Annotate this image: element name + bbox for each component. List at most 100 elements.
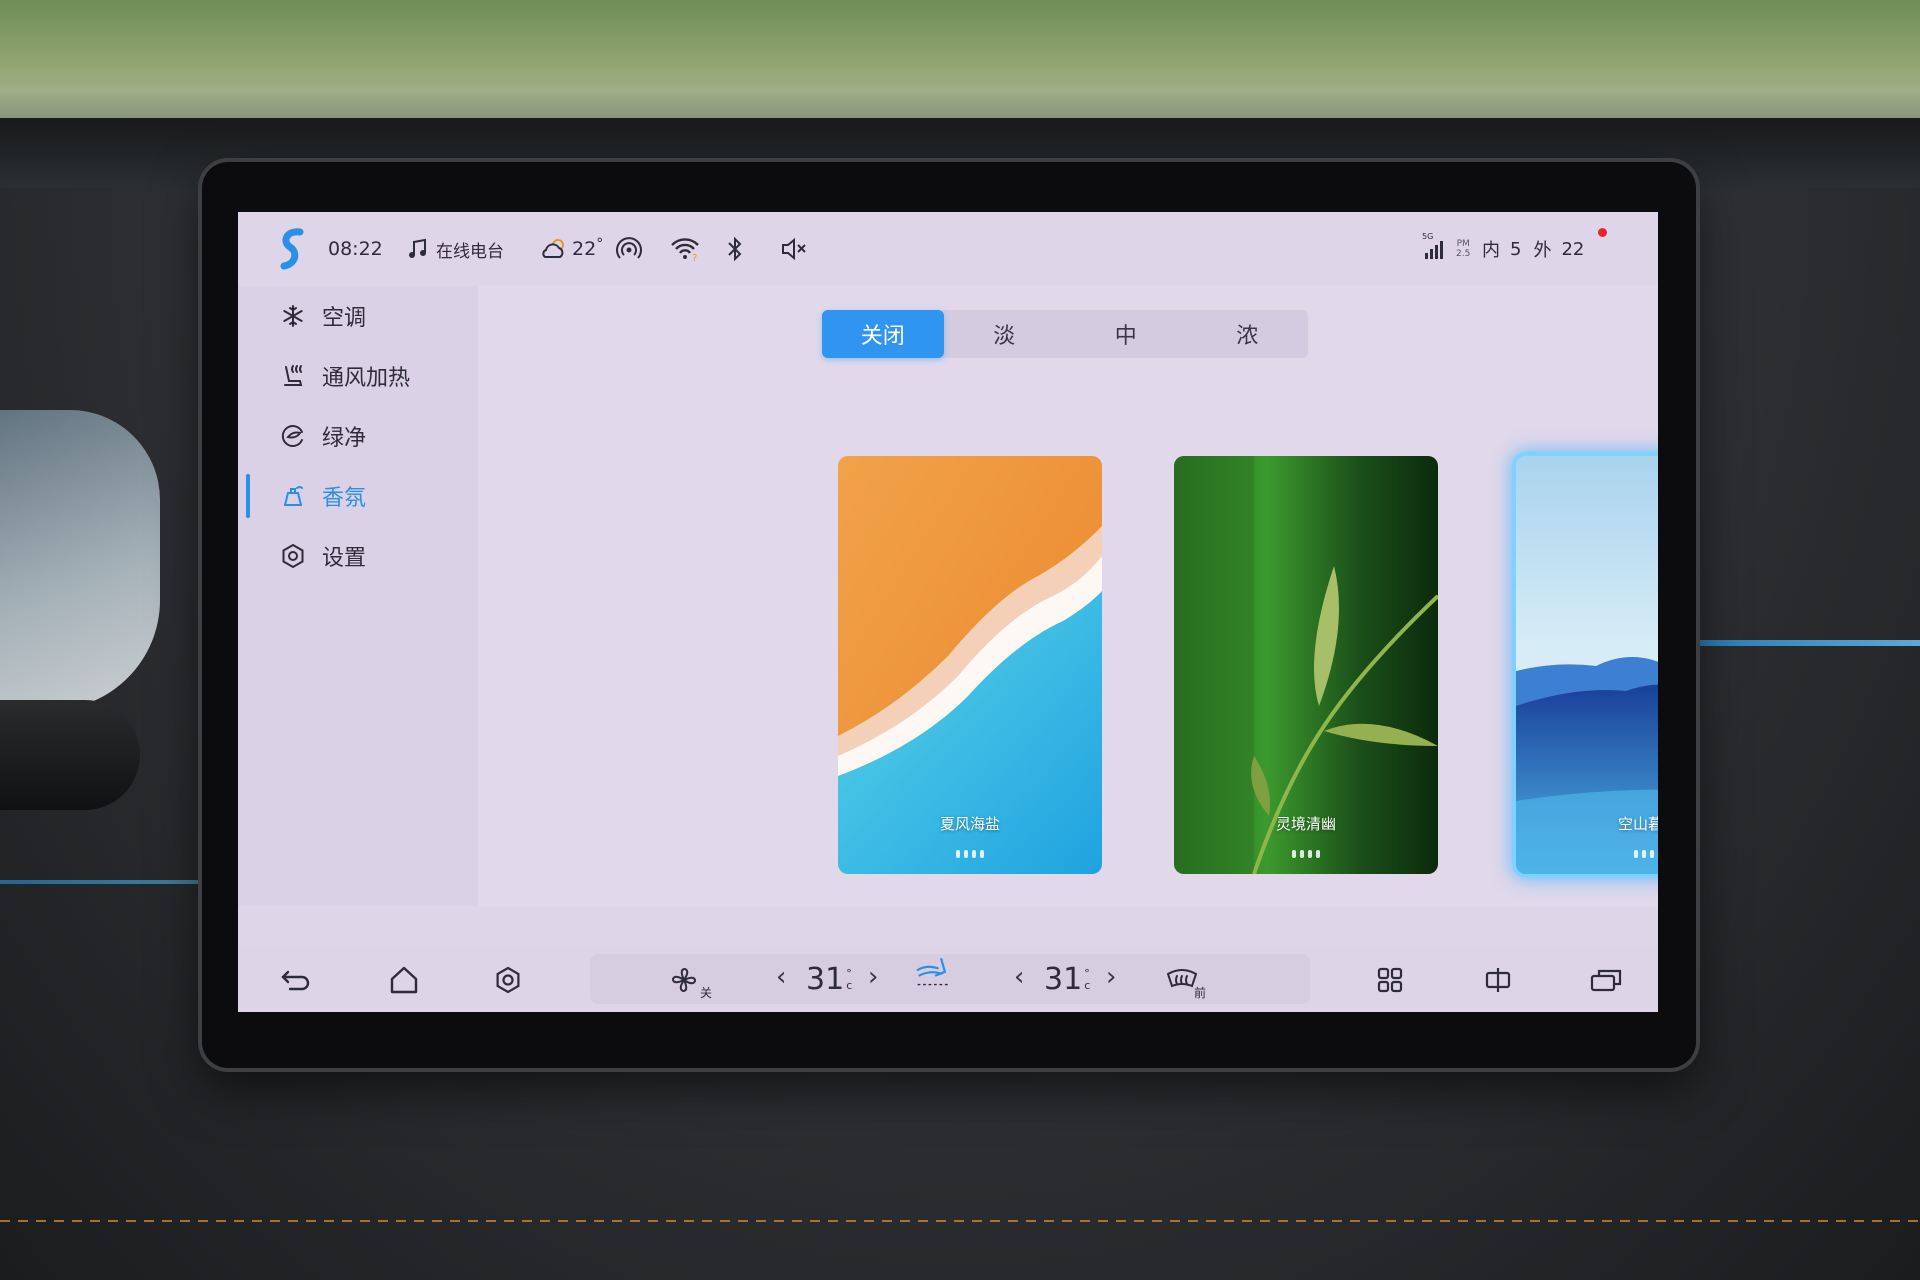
sidebar-item-label: 香氛 [322,486,367,511]
cellular-signal: 5G [1422,232,1448,264]
windshield [0,0,1920,130]
active-indicator [246,474,250,518]
clock: 08:22 [328,238,383,260]
bottom-dock: 关 ‹ 31 ° c › ‹ 31 ° c › 前 [238,946,1658,1012]
back-button[interactable] [276,960,316,1000]
split-screen-button[interactable] [1478,960,1518,1000]
instrument-cluster [0,410,160,710]
sidebar-item-ac[interactable]: 空调 [238,286,478,346]
right-temp-down-button[interactable]: ‹ [1014,962,1024,992]
scent-card-bamboo[interactable]: 灵境清幽 [1174,456,1438,874]
app-logo-icon[interactable] [278,228,306,270]
intensity-option-medium[interactable]: 中 [1065,310,1187,358]
seat-airflow-icon [916,958,951,986]
mute-icon[interactable] [780,234,808,264]
steering-stalk [0,700,140,810]
purify-icon [280,423,306,449]
sidebar: 空调 通风加热 绿净 香氛 设置 [238,286,478,906]
weather-temp: 22 [572,238,597,260]
bluetooth-icon[interactable] [726,234,744,264]
defrost-label: 前 [1194,986,1207,1000]
sidebar-item-label: 绿净 [322,426,367,451]
fan-button[interactable] [664,960,704,1000]
temp-unit-degree: ° [1084,966,1090,980]
left-temp-down-button[interactable]: ‹ [776,962,786,992]
left-temp-display: 31 ° c [806,962,852,997]
temp-unit-c: c [846,978,853,992]
scent-level-dots [838,850,1102,858]
right-temp-value: 31 [1044,962,1083,997]
hotspot-glyph-icon [616,237,642,259]
scent-level-dots [1174,850,1438,858]
sidebar-item-label: 设置 [322,546,367,571]
fan-icon [671,967,697,993]
back-arrow-icon [281,970,310,991]
mountain-rain-image [1516,456,1658,874]
pm-outside-value: 22 [1561,238,1585,260]
sidebar-item-settings[interactable]: 设置 [238,526,478,586]
grid-apps-icon [1377,967,1403,993]
dashboard-stitching [0,1220,1920,1222]
wifi-icon[interactable]: ? [670,234,700,264]
sidebar-item-air-purify[interactable]: 绿净 [238,406,478,466]
music-note-icon [409,238,426,258]
multi-window-button[interactable] [1586,960,1626,1000]
svg-text:?: ? [692,253,697,262]
scent-card-mountain-rain[interactable]: 空山暮雨 [1516,456,1658,874]
fragrance-panel: 关闭 淡 中 浓 夏风海盐 灵境清幽 空山暮 [478,286,1658,906]
music-widget[interactable]: 在线电台 [408,234,504,264]
seat-ventilation-button[interactable] [914,950,954,990]
scent-name: 空山暮雨 [1617,815,1658,833]
music-label: 在线电台 [436,241,504,262]
partly-cloudy-icon [542,239,564,258]
left-temp-value: 31 [806,962,845,997]
sea-salt-image [838,456,1102,874]
intensity-option-off[interactable]: 关闭 [822,310,944,358]
weather-widget[interactable]: 22 ° [540,234,603,264]
right-temp-up-button[interactable]: › [1106,962,1116,992]
pm-sub-label: 2.5 [1456,249,1471,259]
snowflake-icon [280,303,306,329]
scent-card-sea-salt[interactable]: 夏风海盐 [838,456,1102,874]
wifi-glyph-icon: ? [671,238,699,262]
home-button[interactable] [384,960,424,1000]
bluetooth-glyph-icon [728,236,742,262]
pm-readout: 内 5 外 22 [1482,234,1584,264]
sidebar-item-label: 通风加热 [322,366,411,391]
signal-bars-icon [1425,241,1443,259]
left-temp-up-button[interactable]: › [868,962,878,992]
ambient-light-left [0,880,220,884]
status-bar: 08:22 在线电台 22 ° ? 5G PM 2.5 内 5 外 22 [238,212,1658,286]
right-temp-display: 31 ° c [1044,962,1090,997]
signal-5g-label: 5G [1422,232,1434,241]
home-icon [390,966,418,994]
hex-settings-icon [496,966,520,994]
sidebar-item-fragrance[interactable]: 香氛 [238,466,478,526]
temp-unit-c: c [1084,978,1091,992]
settings-icon [280,543,306,569]
recording-dot [1598,228,1607,237]
pm-inside-label: 内 [1482,240,1500,261]
intensity-option-light[interactable]: 淡 [944,310,1066,358]
fan-status-label: 关 [700,986,713,1000]
scent-name: 夏风海盐 [939,815,1000,833]
left-temp-unit: ° c [846,966,853,992]
ambient-light [1700,640,1920,646]
sidebar-item-label: 空调 [322,306,367,331]
hotspot-icon[interactable] [616,234,642,264]
pm-outside-label: 外 [1533,240,1552,261]
fragrance-icon [280,483,306,509]
scent-level-dots [1516,850,1658,858]
multi-window-icon [1590,969,1622,992]
intensity-option-strong[interactable]: 浓 [1187,310,1309,358]
vehicle-settings-button[interactable] [488,960,528,1000]
intensity-selector: 关闭 淡 中 浓 [822,310,1308,358]
scent-name: 灵境清幽 [1275,815,1336,833]
apps-button[interactable] [1370,960,1410,1000]
pm-label: PM [1456,239,1470,249]
sidebar-item-seat-ventilation[interactable]: 通风加热 [238,346,478,406]
pm-indicator: PM 2.5 [1456,234,1470,264]
weather-temp-unit: ° [596,236,604,252]
seat-heat-icon [280,363,306,389]
temp-unit-degree: ° [846,966,852,980]
